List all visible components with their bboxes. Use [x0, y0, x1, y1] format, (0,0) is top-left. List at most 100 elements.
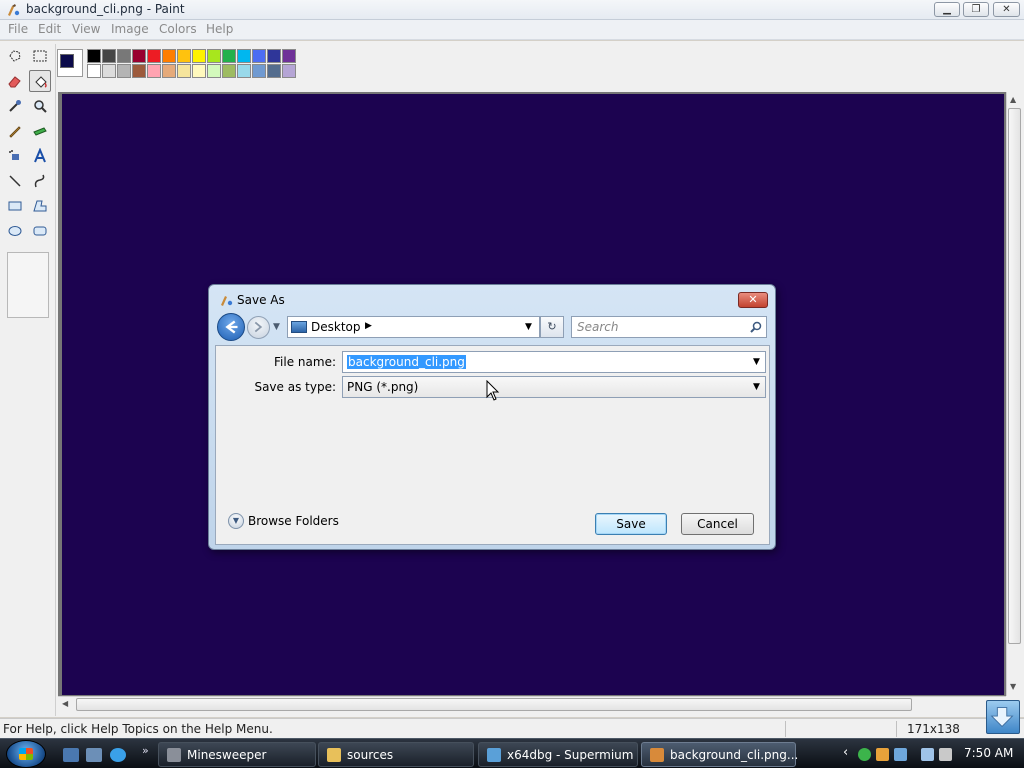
- refresh-button[interactable]: ↻: [540, 316, 564, 338]
- download-arrow-icon[interactable]: [986, 700, 1020, 734]
- curve-tool[interactable]: [29, 170, 51, 192]
- palette-swatch[interactable]: [102, 49, 116, 63]
- start-button[interactable]: [6, 740, 46, 768]
- line-tool[interactable]: [4, 170, 26, 192]
- palette-swatch[interactable]: [237, 49, 251, 63]
- vertical-scroll-thumb[interactable]: [1008, 108, 1021, 644]
- minimize-button[interactable]: ▁: [934, 2, 960, 17]
- palette-swatch[interactable]: [222, 49, 236, 63]
- address-dropdown-icon[interactable]: ▼: [525, 322, 532, 332]
- fill-tool[interactable]: [29, 70, 51, 92]
- volume-muted-icon[interactable]: [939, 748, 952, 761]
- horizontal-scroll-thumb[interactable]: [76, 698, 912, 711]
- palette-swatch[interactable]: [207, 49, 221, 63]
- cancel-button[interactable]: Cancel: [681, 513, 754, 535]
- palette-swatch[interactable]: [162, 49, 176, 63]
- internet-explorer-icon[interactable]: [110, 748, 126, 762]
- scroll-left-icon[interactable]: ◀: [62, 699, 68, 708]
- palette-swatch[interactable]: [192, 64, 206, 78]
- palette-swatch[interactable]: [252, 49, 266, 63]
- maximize-button[interactable]: ❐: [963, 2, 989, 17]
- palette-swatch[interactable]: [282, 64, 296, 78]
- eraser-tool[interactable]: [4, 70, 26, 92]
- free-select-tool[interactable]: [4, 45, 26, 67]
- vertical-scrollbar[interactable]: ▲ ▼: [1006, 92, 1022, 696]
- palette-swatch[interactable]: [282, 49, 296, 63]
- palette-swatch[interactable]: [117, 64, 131, 78]
- menu-colors[interactable]: Colors: [159, 22, 197, 36]
- scroll-down-icon[interactable]: ▼: [1010, 682, 1016, 691]
- breadcrumb-arrow-icon[interactable]: ▶: [365, 321, 372, 331]
- search-icon[interactable]: [749, 320, 763, 334]
- palette-swatch[interactable]: [267, 49, 281, 63]
- expand-folders-icon[interactable]: ▼: [228, 513, 244, 529]
- taskbar-button[interactable]: x64dbg - Supermium: [478, 742, 638, 767]
- palette-swatch[interactable]: [87, 49, 101, 63]
- pencil-tool[interactable]: [4, 120, 26, 142]
- save-button[interactable]: Save: [595, 513, 667, 535]
- quicklaunch-more-icon[interactable]: »: [142, 744, 149, 757]
- forward-button[interactable]: [247, 316, 270, 339]
- magnifier-tool[interactable]: [29, 95, 51, 117]
- browse-folders-link[interactable]: Browse Folders: [248, 514, 339, 528]
- switch-windows-icon[interactable]: [86, 748, 102, 762]
- text-tool[interactable]: [29, 145, 51, 167]
- palette-swatch[interactable]: [192, 49, 206, 63]
- menu-edit[interactable]: Edit: [38, 22, 61, 36]
- rectangle-tool[interactable]: [4, 195, 26, 217]
- palette-swatch[interactable]: [117, 49, 131, 63]
- palette-swatch[interactable]: [132, 64, 146, 78]
- tool-options-box[interactable]: [7, 252, 49, 318]
- menu-image[interactable]: Image: [111, 22, 149, 36]
- airbrush-tool[interactable]: [4, 145, 26, 167]
- foreground-color-swatch[interactable]: [60, 54, 74, 68]
- back-button[interactable]: [217, 313, 245, 341]
- rect-select-tool[interactable]: [29, 45, 51, 67]
- recent-pages-dropdown-icon[interactable]: ▼: [273, 322, 280, 332]
- palette-swatch[interactable]: [102, 64, 116, 78]
- palette-swatch[interactable]: [267, 64, 281, 78]
- palette-swatch[interactable]: [222, 64, 236, 78]
- file-name-field[interactable]: background_cli.png ▼: [342, 351, 766, 373]
- search-box[interactable]: Search: [571, 316, 767, 338]
- menu-view[interactable]: View: [72, 22, 100, 36]
- palette-swatch[interactable]: [132, 49, 146, 63]
- palette-swatch[interactable]: [147, 64, 161, 78]
- palette-swatch[interactable]: [162, 64, 176, 78]
- palette-swatch[interactable]: [252, 64, 266, 78]
- dialog-close-button[interactable]: ✕: [738, 292, 768, 308]
- taskbar-button[interactable]: background_cli.png...: [641, 742, 798, 767]
- ellipse-tool[interactable]: [4, 220, 26, 242]
- palette-swatch[interactable]: [207, 64, 221, 78]
- network-status-icon[interactable]: [858, 748, 871, 761]
- scroll-up-icon[interactable]: ▲: [1010, 95, 1016, 104]
- menu-file[interactable]: File: [8, 22, 28, 36]
- close-window-button[interactable]: ✕: [993, 2, 1020, 17]
- file-name-dropdown-icon[interactable]: ▼: [753, 357, 760, 367]
- tray-expand-icon[interactable]: ‹: [843, 745, 848, 760]
- polygon-tool[interactable]: [29, 195, 51, 217]
- menu-help[interactable]: Help: [206, 22, 233, 36]
- clock[interactable]: 7:50 AM: [964, 746, 1013, 760]
- file-name-value[interactable]: background_cli.png: [347, 355, 466, 369]
- show-desktop-icon[interactable]: [63, 748, 79, 762]
- security-shield-icon[interactable]: [876, 748, 889, 761]
- palette-swatch[interactable]: [237, 64, 251, 78]
- brush-tool[interactable]: [29, 120, 51, 142]
- tray-app-icon[interactable]: [894, 748, 907, 761]
- network-connection-icon[interactable]: [921, 748, 934, 761]
- taskbar: » Minesweeper sources x64dbg - Supermium ba…: [0, 738, 1024, 768]
- palette-swatch[interactable]: [177, 64, 191, 78]
- palette-swatch[interactable]: [147, 49, 161, 63]
- save-as-type-select[interactable]: PNG (*.png) ▼: [342, 376, 766, 398]
- horizontal-scrollbar[interactable]: ◀ ▶: [58, 696, 1006, 712]
- rounded-rectangle-tool[interactable]: [29, 220, 51, 242]
- address-bar[interactable]: Desktop ▶ ▼: [287, 316, 540, 338]
- palette-swatch[interactable]: [87, 64, 101, 78]
- color-picker-tool[interactable]: [4, 95, 26, 117]
- save-as-type-dropdown-icon[interactable]: ▼: [753, 382, 760, 392]
- taskbar-button[interactable]: Minesweeper: [158, 742, 316, 767]
- palette-swatch[interactable]: [177, 49, 191, 63]
- address-location[interactable]: Desktop: [311, 320, 361, 334]
- taskbar-button[interactable]: sources: [318, 742, 474, 767]
